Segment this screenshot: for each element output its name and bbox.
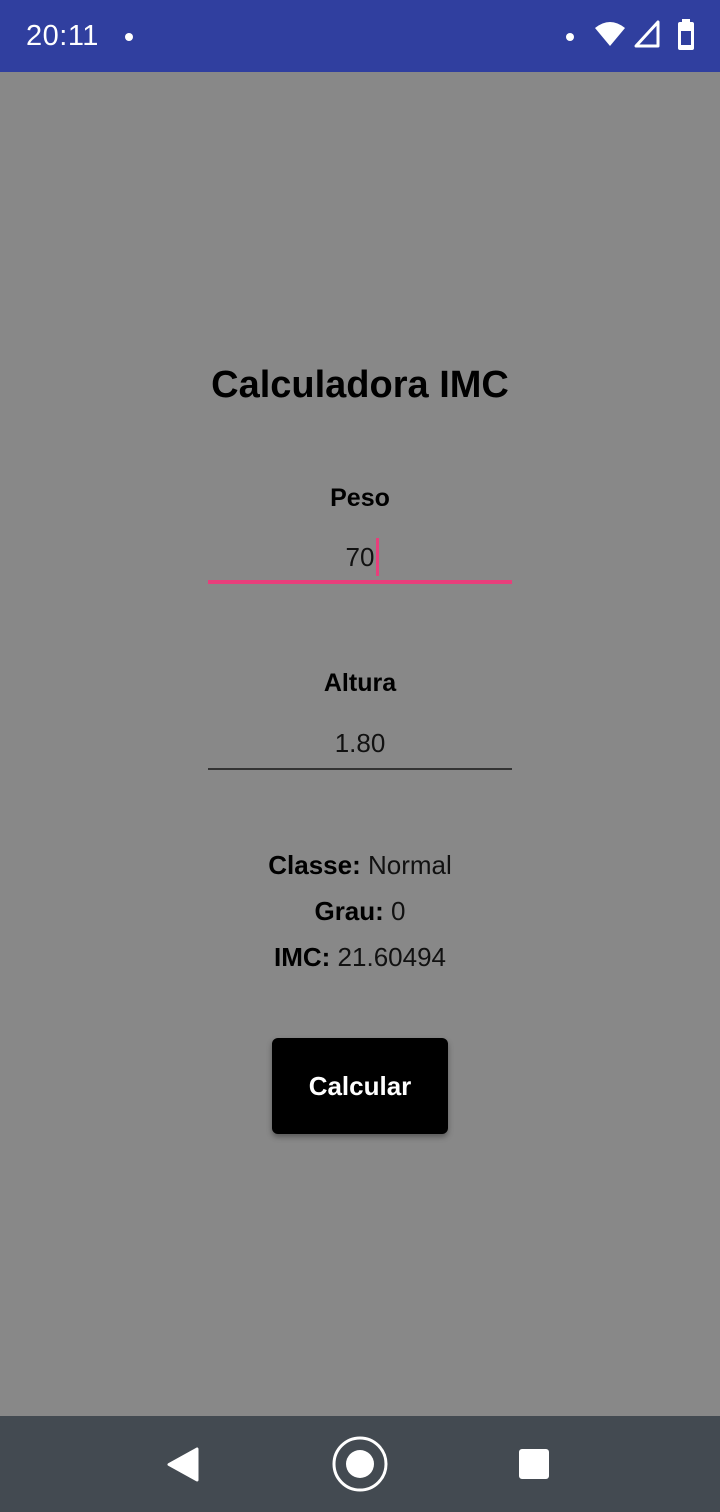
- wifi-icon: [594, 20, 626, 53]
- notification-dot-icon: [566, 33, 574, 41]
- result-imc: IMC: 21.60494: [0, 942, 720, 973]
- altura-input-underline: [208, 768, 512, 770]
- result-grau: Grau: 0: [0, 896, 720, 927]
- signal-icon: [634, 20, 660, 53]
- peso-input[interactable]: 70: [208, 534, 512, 584]
- back-icon: [167, 1447, 199, 1482]
- peso-label: Peso: [330, 484, 390, 512]
- peso-input-underline: [208, 580, 512, 584]
- app-content: Calculadora IMC Peso 70 Altura 1.80 Clas…: [0, 72, 720, 1416]
- home-button[interactable]: [300, 1416, 420, 1512]
- recents-icon: [519, 1449, 549, 1479]
- classe-value: Normal: [367, 850, 452, 880]
- classe-label: Classe:: [268, 850, 361, 880]
- grau-value: 0: [391, 896, 406, 926]
- battery-icon: [677, 19, 695, 56]
- text-cursor: [376, 538, 379, 576]
- navigation-bar: [0, 1416, 720, 1512]
- peso-input-value[interactable]: 70: [208, 542, 512, 573]
- status-bar: 20:11: [0, 0, 720, 72]
- grau-label: Grau:: [314, 896, 384, 926]
- imc-value: 21.60494: [337, 942, 446, 972]
- notification-dot-icon: [125, 33, 133, 41]
- altura-input-value[interactable]: 1.80: [208, 728, 512, 759]
- back-button[interactable]: [122, 1416, 242, 1512]
- recents-button[interactable]: [474, 1416, 594, 1512]
- altura-input[interactable]: 1.80: [208, 720, 512, 770]
- altura-label: Altura: [323, 669, 397, 697]
- calcular-button[interactable]: Calcular: [272, 1038, 448, 1134]
- page-title: Calculadora IMC: [211, 364, 509, 406]
- home-icon: [332, 1436, 388, 1492]
- status-time: 20:11: [26, 20, 99, 52]
- result-classe: Classe: Normal: [0, 850, 720, 881]
- imc-label: IMC:: [273, 942, 331, 972]
